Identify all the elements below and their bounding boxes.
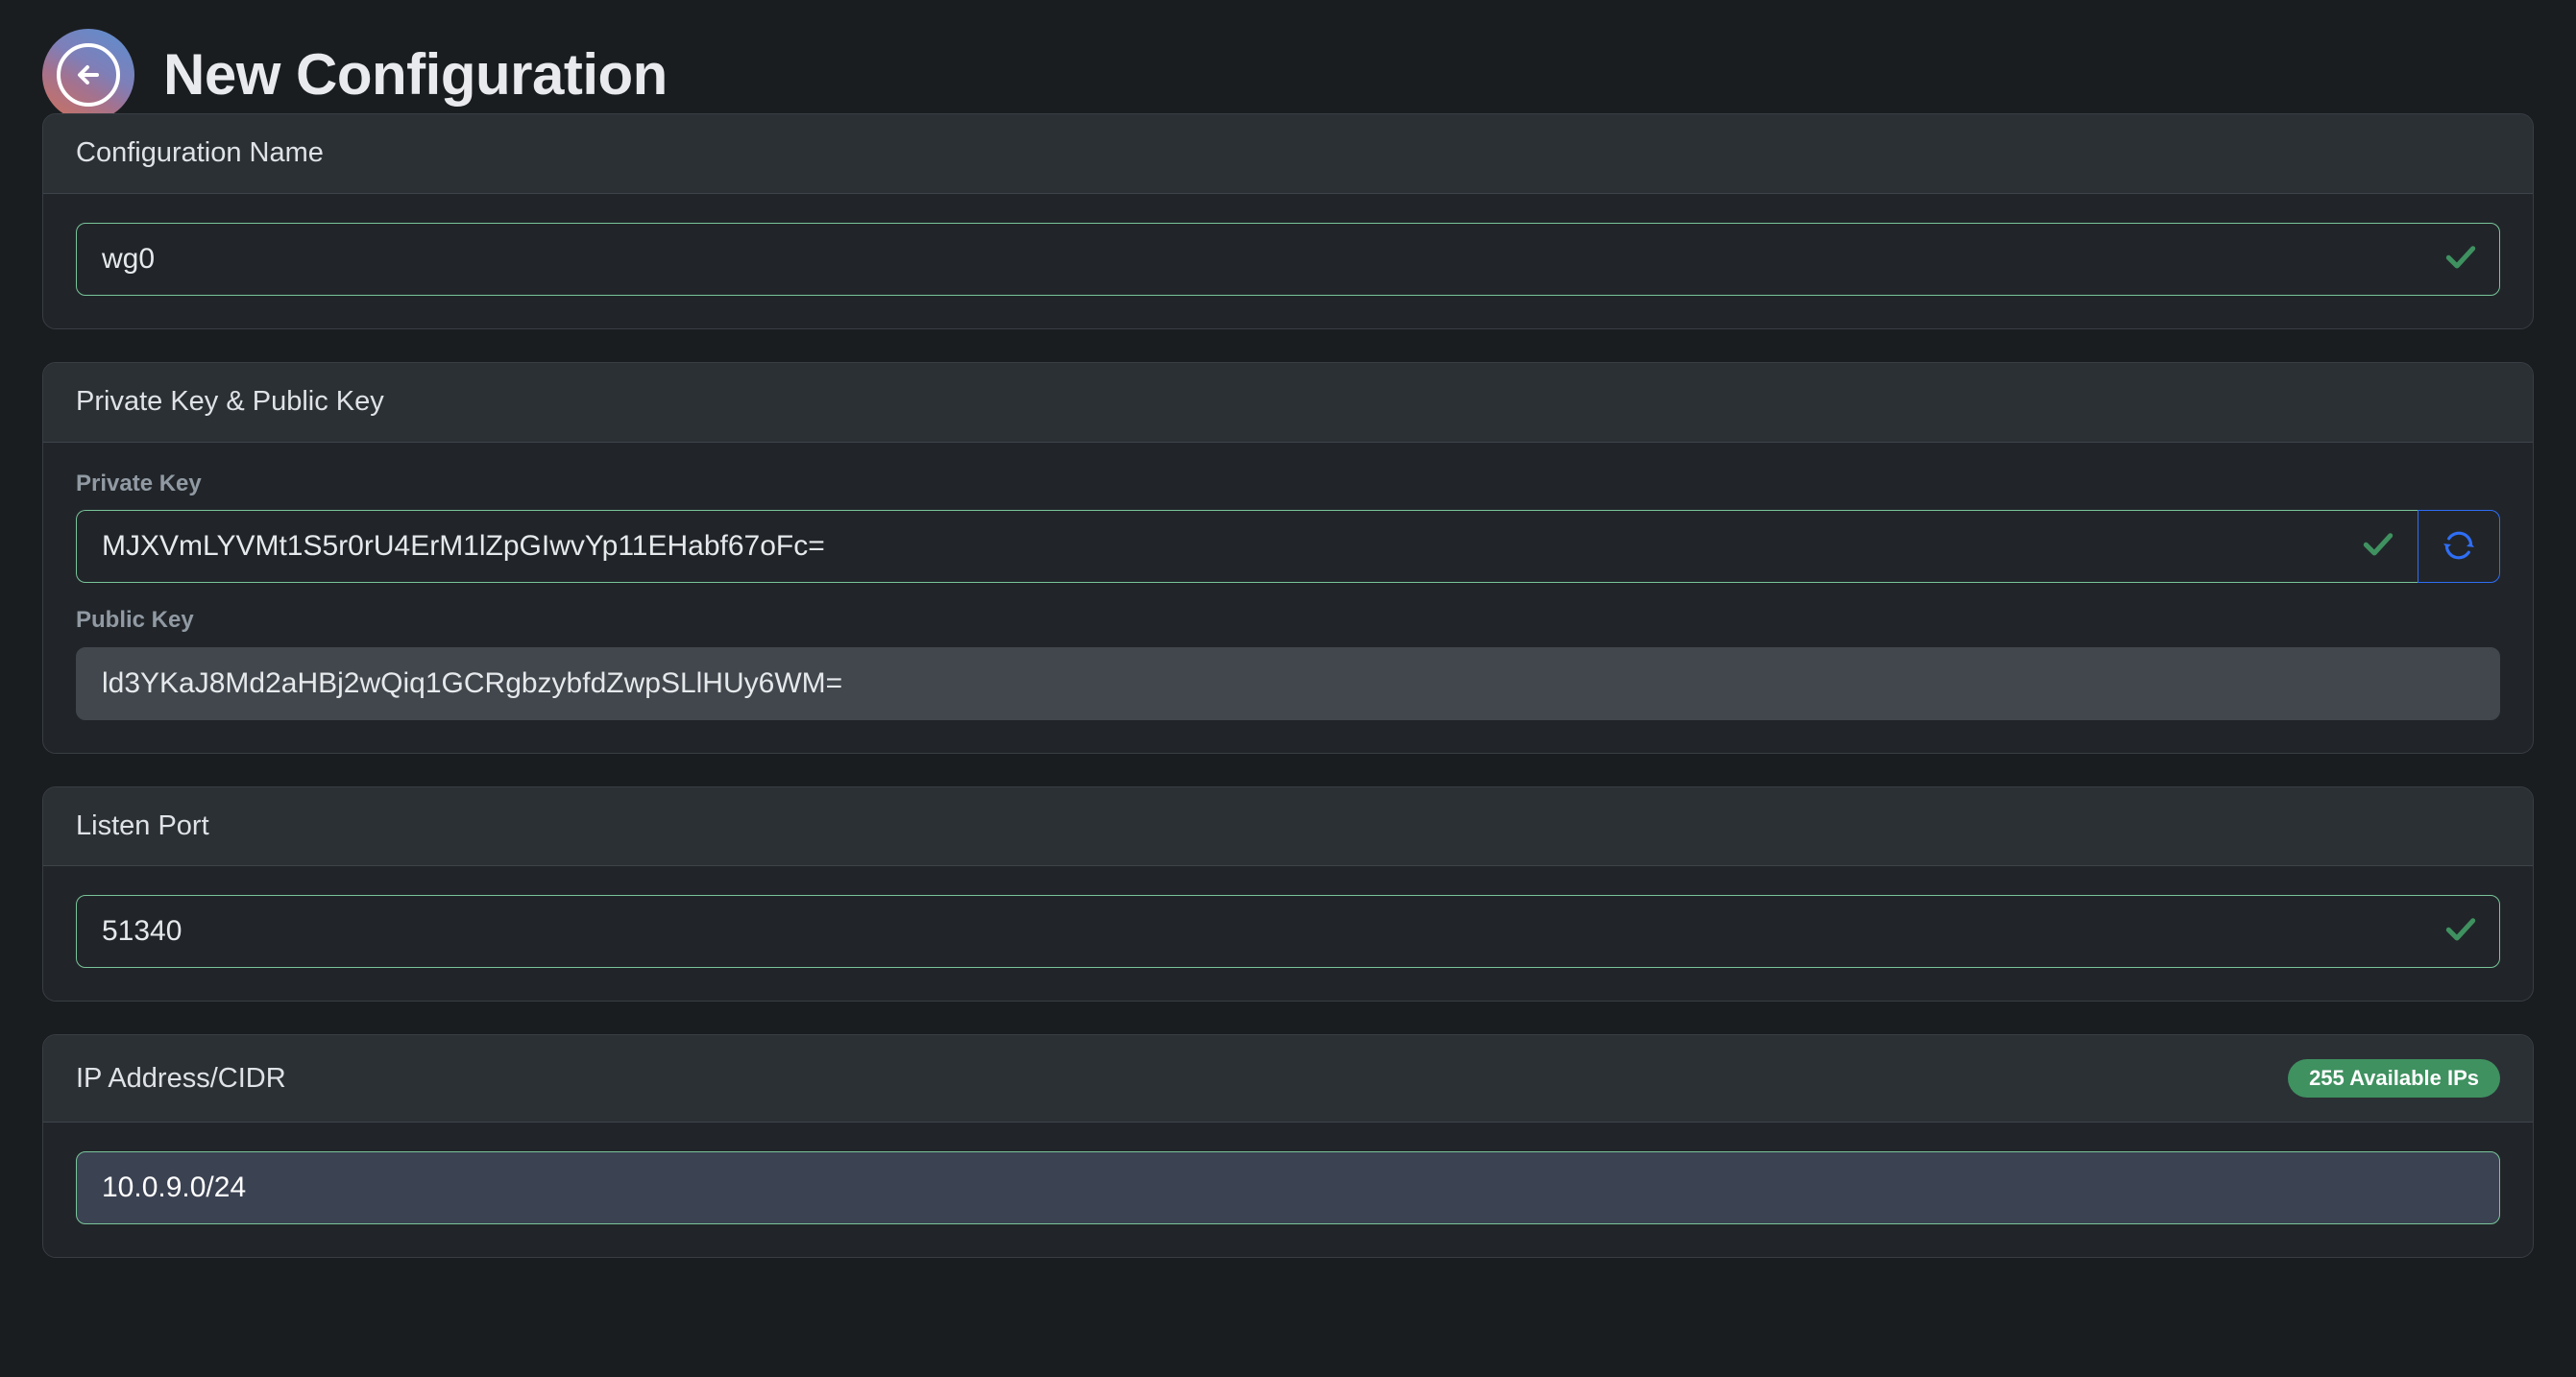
card-ip-address-cidr: IP Address/CIDR 255 Available IPs <box>42 1034 2534 1259</box>
configuration-form: Configuration Name Private Key & Public … <box>0 113 2576 1259</box>
refresh-icon <box>2440 526 2478 568</box>
card-title-listen-port: Listen Port <box>76 809 209 841</box>
card-header: Private Key & Public Key <box>43 362 2533 443</box>
configuration-name-input-wrap <box>76 222 2500 296</box>
card-title-ip-address-cidr: IP Address/CIDR <box>76 1062 286 1094</box>
page-title: New Configuration <box>163 42 668 107</box>
card-title-keys: Private Key & Public Key <box>76 385 384 417</box>
card-title-configuration-name: Configuration Name <box>76 137 324 168</box>
public-key-input <box>76 646 2500 720</box>
card-listen-port: Listen Port <box>42 785 2534 1003</box>
listen-port-input[interactable] <box>76 895 2500 969</box>
listen-port-input-wrap <box>76 895 2500 969</box>
page-header: New Configuration <box>0 0 2576 121</box>
new-configuration-page: New Configuration Configuration Name wg0… <box>0 0 2576 1377</box>
card-header: IP Address/CIDR 255 Available IPs <box>43 1035 2533 1123</box>
public-key-label: Public Key <box>76 607 194 634</box>
card-keys: Private Key & Public Key Private Key MJX… <box>42 361 2534 754</box>
private-key-label: Private Key <box>76 470 202 496</box>
card-body <box>43 1123 2533 1257</box>
back-button[interactable] <box>42 29 134 121</box>
ip-address-cidr-input[interactable] <box>76 1151 2500 1225</box>
card-configuration-name: Configuration Name <box>42 113 2534 329</box>
card-header: Listen Port <box>43 786 2533 867</box>
card-body: Private Key MJXVmLYVMt1S5r0rU4ErM1lZpGIw… <box>43 443 2533 753</box>
card-header: Configuration Name <box>43 114 2533 194</box>
private-key-input[interactable] <box>76 510 2418 584</box>
card-body <box>43 194 2533 328</box>
public-key-input-wrap <box>76 646 2500 720</box>
regenerate-private-key-button[interactable] <box>2418 510 2500 584</box>
private-key-input-wrap <box>76 510 2500 584</box>
configuration-name-input[interactable] <box>76 222 2500 296</box>
arrow-left-icon <box>51 37 126 112</box>
card-body <box>43 866 2533 1001</box>
available-ips-badge: 255 Available IPs <box>2288 1059 2500 1099</box>
ip-address-cidr-input-wrap <box>76 1151 2500 1225</box>
